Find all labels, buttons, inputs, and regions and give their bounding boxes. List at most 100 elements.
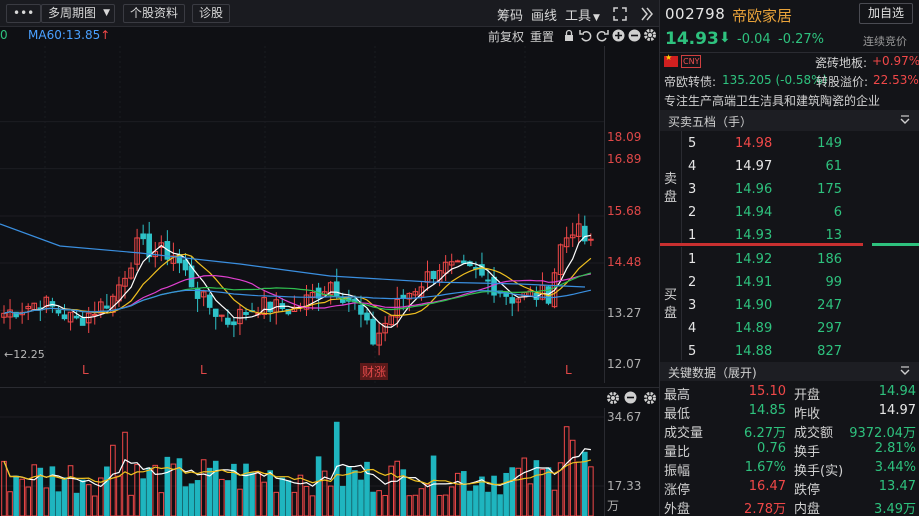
sector-label[interactable]: 瓷砖地板:	[815, 54, 867, 71]
stock-profile-button[interactable]: 个股资料	[123, 4, 186, 23]
keydata-title[interactable]: 关键数据（展开)	[668, 364, 757, 381]
settings-gear-icon[interactable]	[643, 28, 657, 42]
add-watchlist-button[interactable]: 加自选	[859, 3, 913, 24]
order-price[interactable]: 14.96	[735, 182, 772, 197]
volume-bar	[61, 477, 68, 516]
premium-label: 转股溢价:	[816, 75, 869, 89]
volume-bar	[412, 494, 419, 516]
order-price[interactable]: 14.92	[735, 252, 772, 267]
volume-bar	[98, 477, 104, 516]
candle-body	[333, 281, 340, 297]
fullscreen-icon[interactable]	[612, 6, 628, 22]
zoom-out-icon[interactable]	[624, 391, 637, 404]
keydata-label: 最低	[664, 407, 691, 422]
order-price[interactable]: 14.88	[735, 344, 772, 359]
candle-body	[588, 238, 594, 241]
volume-bar	[315, 456, 322, 516]
volume-bar	[376, 490, 382, 516]
candle-body	[104, 305, 110, 309]
chip-button[interactable]: 筹码	[497, 5, 523, 24]
keydata-label: 换手(实)	[794, 464, 844, 479]
volume-bar	[491, 475, 497, 516]
event-marker[interactable]: L	[82, 363, 89, 377]
candle-body	[509, 297, 515, 304]
keydata-label: 外盘	[664, 502, 691, 516]
order-price[interactable]: 14.94	[735, 205, 772, 220]
candle-body	[206, 294, 213, 308]
candle-body	[146, 233, 152, 258]
candle-body	[91, 313, 98, 316]
tools-dropdown[interactable]: 工具 ▼	[565, 5, 600, 24]
keydata-value: 3.49万	[874, 502, 916, 516]
lock-icon[interactable]	[563, 29, 575, 42]
candle-body	[454, 260, 461, 263]
event-marker[interactable]: L	[565, 363, 572, 377]
order-volume: 149	[817, 136, 842, 151]
candlestick-chart[interactable]	[0, 46, 604, 383]
volume-bar	[55, 491, 62, 516]
redo-icon[interactable]	[596, 29, 609, 42]
volume-bar	[128, 494, 134, 516]
order-price[interactable]: 14.93	[735, 228, 772, 243]
undo-icon[interactable]	[579, 29, 592, 42]
volume-bar	[279, 477, 286, 516]
volume-bar	[442, 494, 449, 516]
diagnose-button[interactable]: 诊股	[192, 4, 231, 23]
keydata-label: 最高	[664, 388, 691, 403]
order-price[interactable]: 14.91	[735, 275, 772, 290]
settings-gear-icon[interactable]	[643, 391, 657, 405]
volume-bar	[255, 471, 261, 516]
zoom-in-icon[interactable]	[612, 29, 625, 42]
chevron-down-icon: ▼	[593, 13, 600, 23]
volume-bar	[116, 475, 122, 516]
collapse-icon[interactable]	[898, 115, 912, 127]
volume-bar	[140, 478, 146, 516]
period-label: 多周期图	[48, 6, 97, 20]
stock-chart-app: ••• 多周期图 ▼ 个股资料 诊股 筹码 画线 工具 ▼ 0 MA60:13.85…	[0, 0, 919, 516]
order-volume: 99	[825, 275, 842, 290]
candle-body	[140, 233, 146, 240]
keydata-label: 开盘	[794, 388, 821, 403]
volume-bar	[25, 486, 31, 516]
order-level: 1	[688, 228, 697, 243]
period-dropdown[interactable]: 多周期图 ▼	[41, 4, 116, 23]
event-marker[interactable]: L	[200, 363, 207, 377]
restore-right-button[interactable]: 前复权	[488, 28, 524, 45]
candle-body	[212, 308, 219, 317]
price-tick-label: 15.68	[607, 204, 642, 218]
order-price[interactable]: 14.90	[735, 298, 772, 313]
keydata-label: 内盘	[794, 502, 821, 516]
volume-bar	[249, 472, 255, 516]
volume-chart[interactable]	[0, 408, 604, 516]
order-volume: 827	[817, 344, 842, 359]
keydata-value: 3.44%	[874, 460, 916, 475]
order-price[interactable]: 14.89	[735, 321, 772, 336]
bond-label[interactable]: 帝欧转债:	[664, 73, 716, 90]
settings-gear-icon[interactable]	[606, 391, 620, 405]
sell-side-label-box: 卖盘	[660, 131, 682, 244]
volume-bar	[291, 491, 298, 516]
reset-button[interactable]: 重置	[530, 28, 554, 45]
order-price[interactable]: 14.98	[735, 136, 772, 151]
collapse-right-icon[interactable]	[640, 6, 654, 22]
order-price[interactable]: 14.97	[735, 159, 772, 174]
keydata-value: 2.81%	[874, 441, 916, 456]
volume-bar	[194, 480, 201, 516]
candle-body	[79, 317, 86, 326]
arrow-down-icon: ⬇	[719, 30, 731, 46]
keydata-value: 14.85	[748, 403, 786, 418]
menu-button[interactable]: •••	[6, 4, 42, 23]
price-axis-divider	[604, 46, 605, 383]
volume-bar	[430, 455, 437, 516]
volume-bar	[164, 456, 171, 516]
event-marker[interactable]: 财涨	[360, 363, 389, 380]
tools-label: 工具	[565, 9, 592, 24]
candle-body	[243, 312, 249, 315]
order-level: 3	[688, 182, 697, 197]
arrow-up-icon: ↑	[100, 28, 111, 42]
collapse-icon[interactable]	[898, 366, 912, 378]
keydata-label: 成交额	[794, 426, 834, 441]
zoom-out-icon[interactable]	[628, 29, 641, 42]
sector-change: +0.97%	[872, 54, 919, 68]
draw-line-button[interactable]: 画线	[531, 5, 557, 24]
